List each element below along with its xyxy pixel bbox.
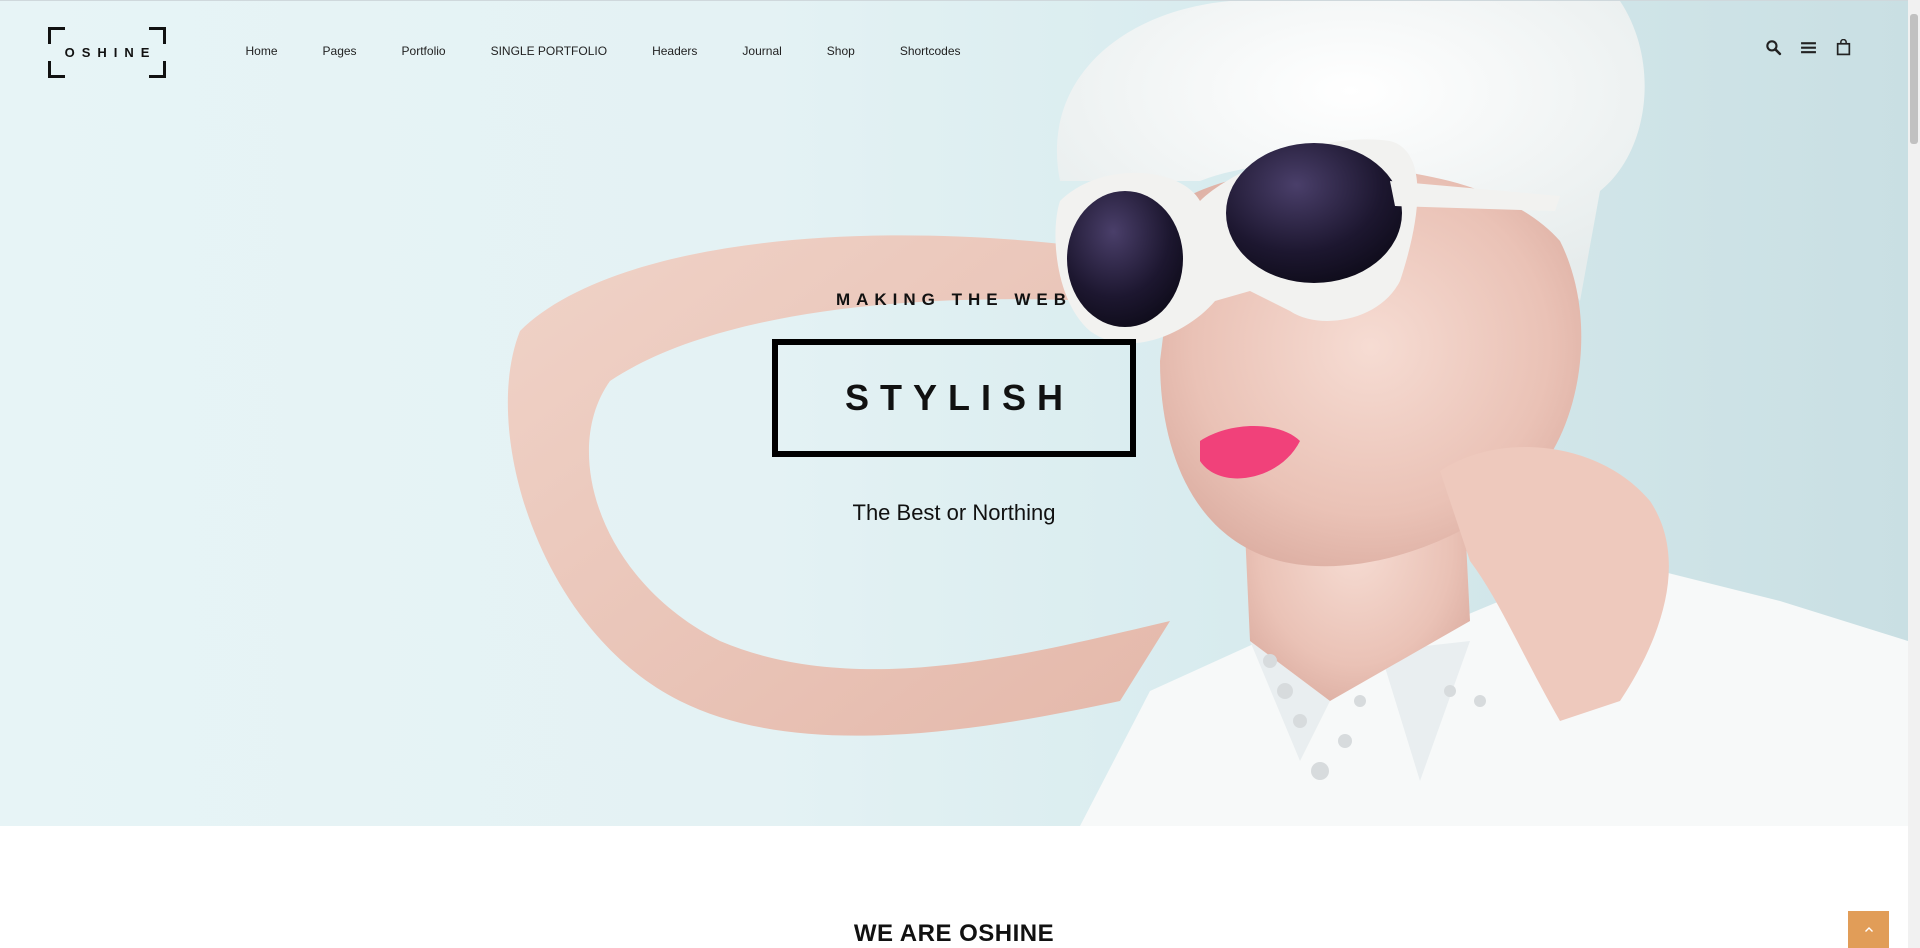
page-scrollbar[interactable] [1908,0,1920,948]
logo-text: OSHINE [64,45,157,60]
nav-item-pages[interactable]: Pages [300,44,379,58]
nav-item-headers[interactable]: Headers [630,44,720,58]
logo-corner [149,27,166,44]
hero-boxed-heading: STYLISH [772,339,1136,457]
hero-boxed-word: STYLISH [844,377,1074,418]
chevron-up-icon [1864,926,1873,932]
site-header: OSHINE Home Pages Portfolio SINGLE PORTF… [0,1,1908,101]
logo-corner [48,61,65,78]
nav-item-single-portfolio[interactable]: SINGLE PORTFOLIO [468,44,629,58]
header-icon-group [1765,39,1852,56]
section-title: WE ARE OSHINE [853,920,1055,947]
main-navigation: Home Pages Portfolio SINGLE PORTFOLIO He… [223,1,983,101]
logo-corner [149,61,166,78]
nav-item-portfolio[interactable]: Portfolio [379,44,468,58]
back-to-top-button[interactable] [1848,911,1889,948]
nav-item-home[interactable]: Home [223,44,300,58]
logo-corner [48,27,65,44]
hero-caption: MAKING THE WEB STYLISH The Best or North… [0,0,1908,825]
scrollbar-thumb[interactable] [1910,14,1918,144]
shopping-bag-icon[interactable] [1835,39,1852,56]
nav-item-shop[interactable]: Shop [804,44,877,58]
nav-item-journal[interactable]: Journal [720,44,804,58]
menu-icon[interactable] [1800,39,1817,56]
nav-item-shortcodes[interactable]: Shortcodes [877,44,983,58]
hero-tagline: The Best or Northing [852,500,1056,525]
site-logo[interactable]: OSHINE [48,27,166,78]
search-icon[interactable] [1765,39,1782,56]
page: OSHINE Home Pages Portfolio SINGLE PORTF… [0,0,1908,948]
hero-eyebrow: MAKING THE WEB [835,290,1073,309]
